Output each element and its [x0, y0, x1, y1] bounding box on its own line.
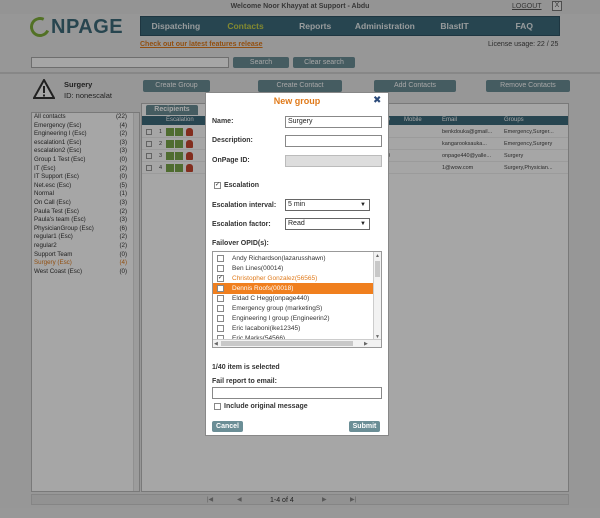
failover-label: Andy Richardson(lazarusshawn): [232, 255, 326, 262]
scroll-thumb[interactable]: [375, 261, 380, 277]
onpage-id-field: [285, 155, 382, 167]
new-group-dialog: New group ✖ Name: Surgery Description: O…: [205, 92, 389, 436]
failover-checkbox[interactable]: [217, 295, 224, 302]
failover-horizontal-scrollbar[interactable]: ◀ ▶: [213, 339, 381, 347]
failover-checkbox[interactable]: [217, 255, 224, 262]
description-field[interactable]: [285, 135, 382, 147]
failover-label: Failover OPID(s):: [212, 240, 269, 247]
factor-select[interactable]: Read ▼: [285, 218, 370, 230]
description-label: Description:: [212, 137, 253, 144]
onpage-id-label: OnPage ID:: [212, 157, 250, 164]
scroll-up-icon[interactable]: ▲: [375, 253, 380, 259]
failover-label: Eldad C Hegg(onpage440): [232, 295, 310, 302]
failover-label: Eric Iacaboni(ike12345): [232, 325, 301, 332]
chevron-down-icon: ▼: [360, 202, 366, 208]
failover-label: Ben Lines(00014): [232, 265, 284, 272]
failover-list: Andy Richardson(lazarusshawn) Ben Lines(0…: [212, 251, 382, 348]
failover-label: Dennis Roofs(00018): [232, 285, 294, 292]
close-icon[interactable]: ✖: [373, 95, 381, 106]
failover-checkbox[interactable]: [217, 315, 224, 322]
include-original-checkbox[interactable]: [214, 403, 221, 410]
interval-value: 5 min: [288, 201, 306, 208]
failover-checkbox[interactable]: ✓: [217, 275, 224, 282]
failover-checkbox[interactable]: [217, 285, 224, 292]
fail-report-email-field[interactable]: [212, 387, 382, 399]
cancel-button[interactable]: Cancel: [212, 421, 243, 432]
factor-label: Escalation factor:: [212, 221, 271, 228]
failover-checkbox[interactable]: [217, 305, 224, 312]
interval-label: Escalation interval:: [212, 202, 277, 209]
scroll-left-icon[interactable]: ◀: [214, 341, 218, 347]
failover-label: Emergency group (marketingS): [232, 305, 323, 312]
name-label: Name:: [212, 118, 234, 125]
failover-label: Engineering I group (Engineerin2): [232, 315, 330, 322]
scroll-thumb[interactable]: [221, 341, 353, 346]
failover-checkbox[interactable]: [217, 265, 224, 272]
chevron-down-icon: ▼: [360, 221, 366, 227]
failover-vertical-scrollbar[interactable]: ▲ ▼: [373, 252, 381, 341]
include-original-label: Include original message: [224, 403, 308, 410]
escalation-label: Escalation: [224, 182, 260, 189]
factor-value: Read: [288, 220, 305, 227]
fail-report-label: Fail report to email:: [212, 378, 277, 385]
selected-count: 1/40 item is selected: [212, 364, 280, 371]
interval-select[interactable]: 5 min ▼: [285, 199, 370, 211]
name-field[interactable]: Surgery: [285, 116, 382, 128]
scroll-right-icon[interactable]: ▶: [364, 341, 368, 347]
failover-label: Christopher Gonzalez(56565): [232, 275, 318, 282]
failover-checkbox[interactable]: [217, 325, 224, 332]
submit-button[interactable]: Submit: [349, 421, 380, 432]
escalation-checkbox[interactable]: ✓: [214, 182, 221, 189]
dialog-title: New group: [273, 96, 321, 106]
